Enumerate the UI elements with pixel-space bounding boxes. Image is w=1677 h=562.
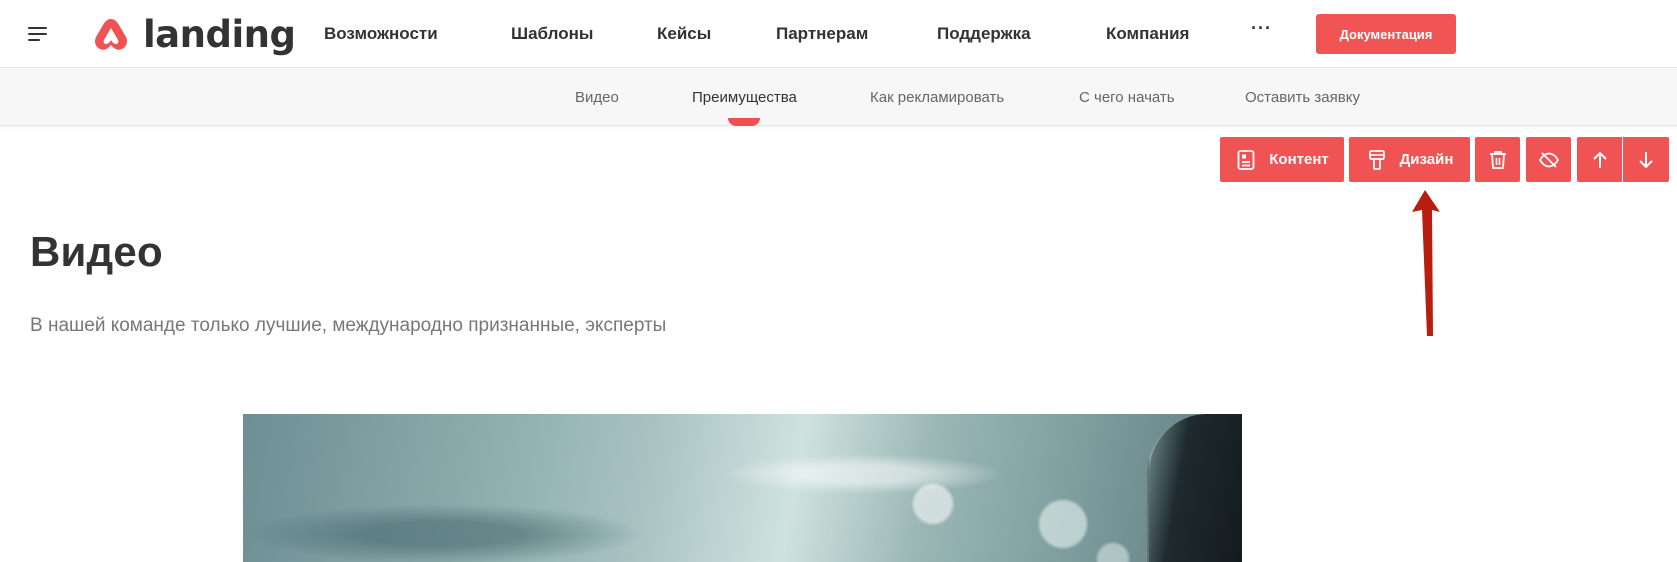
subnav-item-getting-started[interactable]: С чего начать <box>1079 89 1175 106</box>
content-button-label: Контент <box>1269 151 1329 168</box>
active-section-indicator <box>728 118 760 126</box>
video-preview[interactable] <box>243 414 1242 562</box>
annotation-arrow-icon <box>1412 190 1440 336</box>
subnav-item-leave-request[interactable]: Оставить заявку <box>1245 89 1360 106</box>
content-icon <box>1237 149 1255 170</box>
logo-text: landing <box>143 12 296 56</box>
nav-item-templates[interactable]: Шаблоны <box>511 24 593 44</box>
trash-icon <box>1489 150 1506 169</box>
arrow-up-icon <box>1592 151 1607 168</box>
move-block-up-button[interactable] <box>1577 137 1622 182</box>
nav-item-partners[interactable]: Партнерам <box>776 24 868 44</box>
nav-item-support[interactable]: Поддержка <box>937 24 1031 44</box>
subnav-item-video[interactable]: Видео <box>575 89 619 106</box>
more-menu-icon[interactable]: ··· <box>1251 18 1272 39</box>
nav-item-cases[interactable]: Кейсы <box>657 24 711 44</box>
section-title: Видео <box>30 228 163 275</box>
paint-roller-icon <box>1368 149 1385 170</box>
arrow-down-icon <box>1639 151 1653 168</box>
hide-block-button[interactable] <box>1526 137 1571 182</box>
content-button[interactable]: Контент <box>1220 137 1344 182</box>
logo[interactable]: landing <box>91 12 296 56</box>
section-subtitle: В нашей команде только лучшие, междунаро… <box>30 315 667 336</box>
nav-item-company[interactable]: Компания <box>1106 24 1189 44</box>
video-preview-edge <box>1147 414 1242 562</box>
subnav-item-advantages[interactable]: Преимущества <box>692 89 797 106</box>
delete-block-button[interactable] <box>1475 137 1520 182</box>
top-header: landing Возможности Шаблоны Кейсы Партне… <box>0 0 1677 68</box>
section-subnav: Видео Преимущества Как рекламировать С ч… <box>0 69 1677 126</box>
move-block-down-button[interactable] <box>1623 137 1669 182</box>
design-button-label: Дизайн <box>1399 151 1454 168</box>
logo-mark-icon <box>95 19 127 50</box>
nav-item-features[interactable]: Возможности <box>324 24 438 44</box>
eye-off-icon <box>1538 151 1559 168</box>
hamburger-menu-icon[interactable] <box>28 26 48 42</box>
subnav-item-how-to-advertise[interactable]: Как рекламировать <box>870 89 1004 106</box>
documentation-button[interactable]: Документация <box>1316 14 1456 54</box>
design-button[interactable]: Дизайн <box>1349 137 1470 182</box>
